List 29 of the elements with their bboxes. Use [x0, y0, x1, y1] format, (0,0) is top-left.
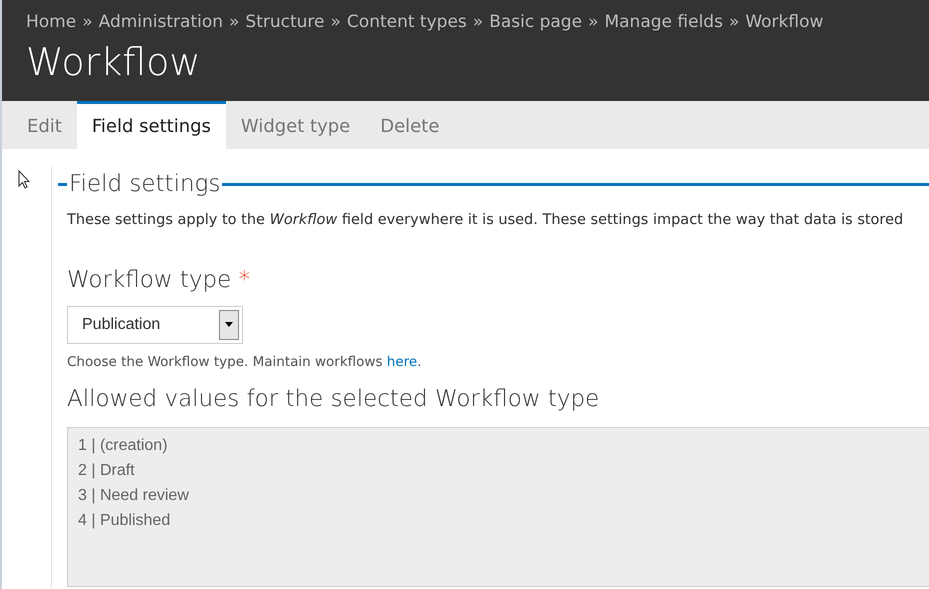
breadcrumb-separator: » [728, 11, 740, 34]
breadcrumb-separator: » [330, 11, 341, 34]
field-description: These settings apply to the Workflow field everywhere it is used. These settings impact the way that data is stored [67, 210, 904, 230]
breadcrumb-link[interactable]: Administration [98, 10, 224, 36]
breadcrumb-separator: » [588, 11, 598, 34]
breadcrumb-link[interactable]: Basic page [489, 10, 582, 36]
workflow-type-select[interactable]: Publication [67, 306, 243, 344]
breadcrumb-separator: » [82, 11, 93, 34]
breadcrumb-link[interactable]: Structure [245, 10, 325, 36]
fieldset-legend: Field settings [69, 167, 220, 202]
tab[interactable]: Edit [12, 101, 77, 150]
breadcrumb-separator: » [472, 11, 484, 34]
tab[interactable]: Field settings [76, 101, 226, 150]
breadcrumb-link[interactable]: Workflow [745, 10, 824, 36]
allowed-values-label: Allowed values for the selected Workflow type [67, 385, 600, 414]
breadcrumb-link[interactable]: Content types [346, 10, 467, 36]
breadcrumb-link[interactable]: Manage fields [604, 10, 723, 36]
breadcrumb-link[interactable]: Home [26, 10, 76, 36]
page-title: Workflow [26, 40, 202, 86]
mouse-pointer-icon [18, 170, 30, 190]
tab[interactable]: Delete [365, 101, 454, 150]
allowed-values-field[interactable]: 1 | (creation) 2 | Draft 3 | Need review 4 | Published [67, 426, 929, 587]
caret-icon [225, 322, 233, 328]
help-link[interactable]: here [386, 354, 418, 370]
help-text: Choose the Workflow type. Maintain workflows here. [67, 352, 423, 372]
workflow-type-label: Workflow type [67, 267, 232, 294]
tab[interactable]: Widget type [226, 101, 366, 150]
required-marker: * [238, 267, 250, 294]
breadcrumb-separator: » [229, 11, 240, 34]
